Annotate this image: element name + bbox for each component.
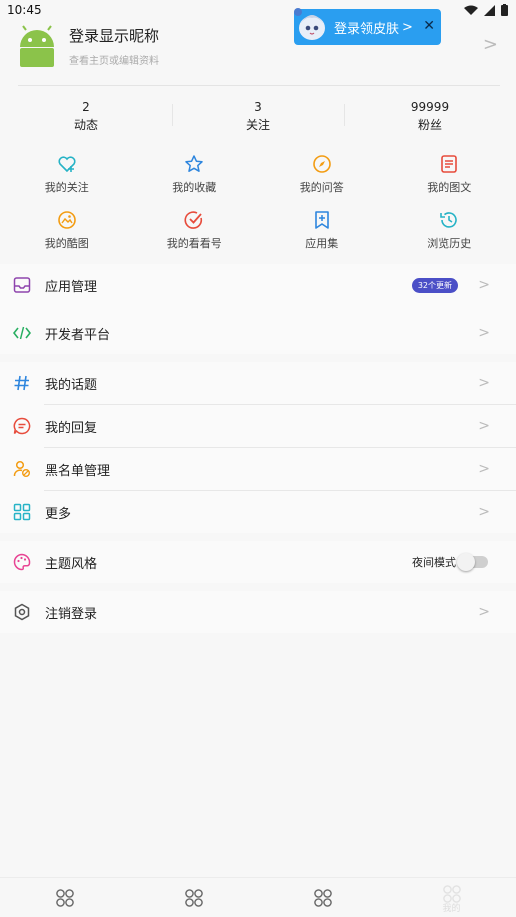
apps-icon bbox=[313, 888, 332, 907]
image-icon bbox=[57, 210, 76, 229]
apps-icon bbox=[184, 888, 203, 907]
nav-label-mine: 我的 bbox=[442, 904, 461, 914]
row-topics[interactable]: 我的话题 > bbox=[0, 362, 516, 404]
stat-fans[interactable]: 99999 粉丝 bbox=[344, 100, 516, 133]
compass-icon bbox=[312, 154, 331, 173]
night-mode-label: 夜间模式 bbox=[412, 556, 456, 569]
grid-item-pictures[interactable]: 我的酷图 bbox=[3, 202, 131, 258]
row-theme[interactable]: 主题风格 夜间模式 bbox=[0, 541, 516, 583]
chevron-right-icon: > bbox=[478, 375, 490, 391]
section-theme: 主题风格 夜间模式 bbox=[0, 541, 516, 583]
row-label-replies: 我的回复 bbox=[45, 420, 98, 436]
nav-tab-1[interactable] bbox=[0, 878, 129, 917]
heart-plus-icon bbox=[58, 155, 76, 172]
profile-chevron-icon: > bbox=[482, 34, 498, 55]
chat-bubble-icon bbox=[12, 416, 32, 436]
section-logout: 注销登录 > bbox=[0, 591, 516, 633]
nav-tab-3[interactable] bbox=[258, 878, 387, 917]
status-time: 10:45 bbox=[7, 3, 42, 17]
shortcut-grid: 我的关注 我的收藏 我的问答 我的图文 我的酷图 我的看看号 应用集 浏览历史 bbox=[0, 146, 516, 258]
grid-item-favorites[interactable]: 我的收藏 bbox=[131, 146, 259, 202]
skin-banner-close-icon[interactable]: ✕ bbox=[423, 18, 435, 34]
grid-item-app-sets[interactable]: 应用集 bbox=[258, 202, 386, 258]
grid-label-pictures: 我的酷图 bbox=[44, 236, 89, 250]
android-avatar-icon bbox=[16, 25, 58, 67]
row-label-topics: 我的话题 bbox=[45, 377, 98, 393]
code-icon bbox=[12, 323, 32, 343]
chevron-right-icon: > bbox=[478, 418, 490, 434]
profile-name: 登录显示昵称 bbox=[69, 27, 160, 45]
grid-label-qa: 我的问答 bbox=[299, 180, 344, 194]
grid-item-follows[interactable]: 我的关注 bbox=[3, 146, 131, 202]
section-social: 我的话题 > 我的回复 > 黑名单管理 > 更多 > bbox=[0, 362, 516, 533]
row-blacklist[interactable]: 黑名单管理 > bbox=[0, 448, 516, 490]
chevron-right-icon: > bbox=[478, 604, 490, 620]
chevron-right-icon: > bbox=[478, 277, 490, 293]
hashtag-icon bbox=[12, 373, 32, 393]
row-replies[interactable]: 我的回复 > bbox=[0, 405, 516, 447]
night-mode-toggle[interactable] bbox=[457, 553, 488, 571]
stat-following-label: 关注 bbox=[245, 117, 270, 132]
grid-item-articles[interactable]: 我的图文 bbox=[386, 146, 514, 202]
hexagon-settings-icon bbox=[12, 602, 32, 622]
update-count-badge: 32个更新 bbox=[411, 277, 458, 293]
inbox-icon bbox=[12, 275, 32, 295]
signal-icon bbox=[484, 4, 495, 16]
stat-fans-count: 99999 bbox=[410, 99, 450, 114]
grid-icon bbox=[12, 502, 32, 522]
apps-icon bbox=[55, 888, 74, 907]
nav-tab-2[interactable] bbox=[129, 878, 258, 917]
stat-following-count: 3 bbox=[254, 99, 262, 114]
grid-label-articles: 我的图文 bbox=[427, 180, 472, 194]
row-label-theme: 主题风格 bbox=[45, 556, 98, 572]
grid-label-kankan: 我的看看号 bbox=[166, 236, 222, 250]
stat-posts-count: 2 bbox=[82, 99, 90, 114]
history-icon bbox=[440, 211, 457, 228]
skin-banner[interactable]: 登录领皮肤 > ✕ bbox=[294, 8, 441, 45]
mascot-icon bbox=[294, 8, 325, 40]
row-label-blacklist: 黑名单管理 bbox=[45, 463, 111, 479]
palette-icon bbox=[12, 552, 32, 572]
stats-bar: 2 动态 3 关注 99999 粉丝 bbox=[0, 86, 516, 146]
chevron-right-icon: > bbox=[478, 461, 490, 477]
grid-item-qa[interactable]: 我的问答 bbox=[258, 146, 386, 202]
skin-banner-text: 登录领皮肤 bbox=[334, 21, 400, 37]
battery-icon bbox=[501, 4, 508, 16]
row-logout[interactable]: 注销登录 > bbox=[0, 591, 516, 633]
star-icon bbox=[185, 154, 203, 172]
row-app-manage[interactable]: 应用管理 32个更新 > bbox=[0, 264, 516, 306]
nav-tab-mine[interactable]: 我的 bbox=[387, 878, 516, 917]
row-label-developer: 开发者平台 bbox=[45, 327, 111, 343]
stat-fans-label: 粉丝 bbox=[417, 117, 442, 132]
row-more[interactable]: 更多 > bbox=[0, 491, 516, 533]
user-block-icon bbox=[12, 459, 32, 479]
skin-banner-arrow-icon: > bbox=[402, 19, 413, 35]
grid-item-kankan[interactable]: 我的看看号 bbox=[131, 202, 259, 258]
check-circle-icon bbox=[184, 210, 203, 229]
grid-label-app-sets: 应用集 bbox=[305, 236, 339, 250]
grid-item-history[interactable]: 浏览历史 bbox=[386, 202, 514, 258]
grid-label-history: 浏览历史 bbox=[427, 236, 472, 250]
row-label-app-manage: 应用管理 bbox=[45, 279, 98, 295]
section-apps: 应用管理 32个更新 > 开发者平台 > bbox=[0, 264, 516, 354]
row-developer[interactable]: 开发者平台 > bbox=[0, 312, 516, 354]
wifi-icon bbox=[464, 5, 478, 15]
status-icons bbox=[464, 4, 508, 16]
grid-label-follows: 我的关注 bbox=[44, 180, 89, 194]
chevron-right-icon: > bbox=[478, 325, 490, 341]
stat-following[interactable]: 3 关注 bbox=[172, 100, 344, 133]
bottom-navigation: 我的 bbox=[0, 877, 516, 917]
document-icon bbox=[441, 154, 458, 173]
stat-posts[interactable]: 2 动态 bbox=[0, 100, 172, 133]
profile-subtitle: 查看主页或编辑资料 bbox=[69, 56, 159, 67]
row-label-logout: 注销登录 bbox=[45, 606, 98, 622]
row-label-more: 更多 bbox=[45, 506, 72, 522]
bookmark-plus-icon bbox=[314, 210, 329, 229]
chevron-right-icon: > bbox=[478, 504, 490, 520]
grid-label-favorites: 我的收藏 bbox=[172, 180, 217, 194]
stat-posts-label: 动态 bbox=[73, 117, 98, 132]
